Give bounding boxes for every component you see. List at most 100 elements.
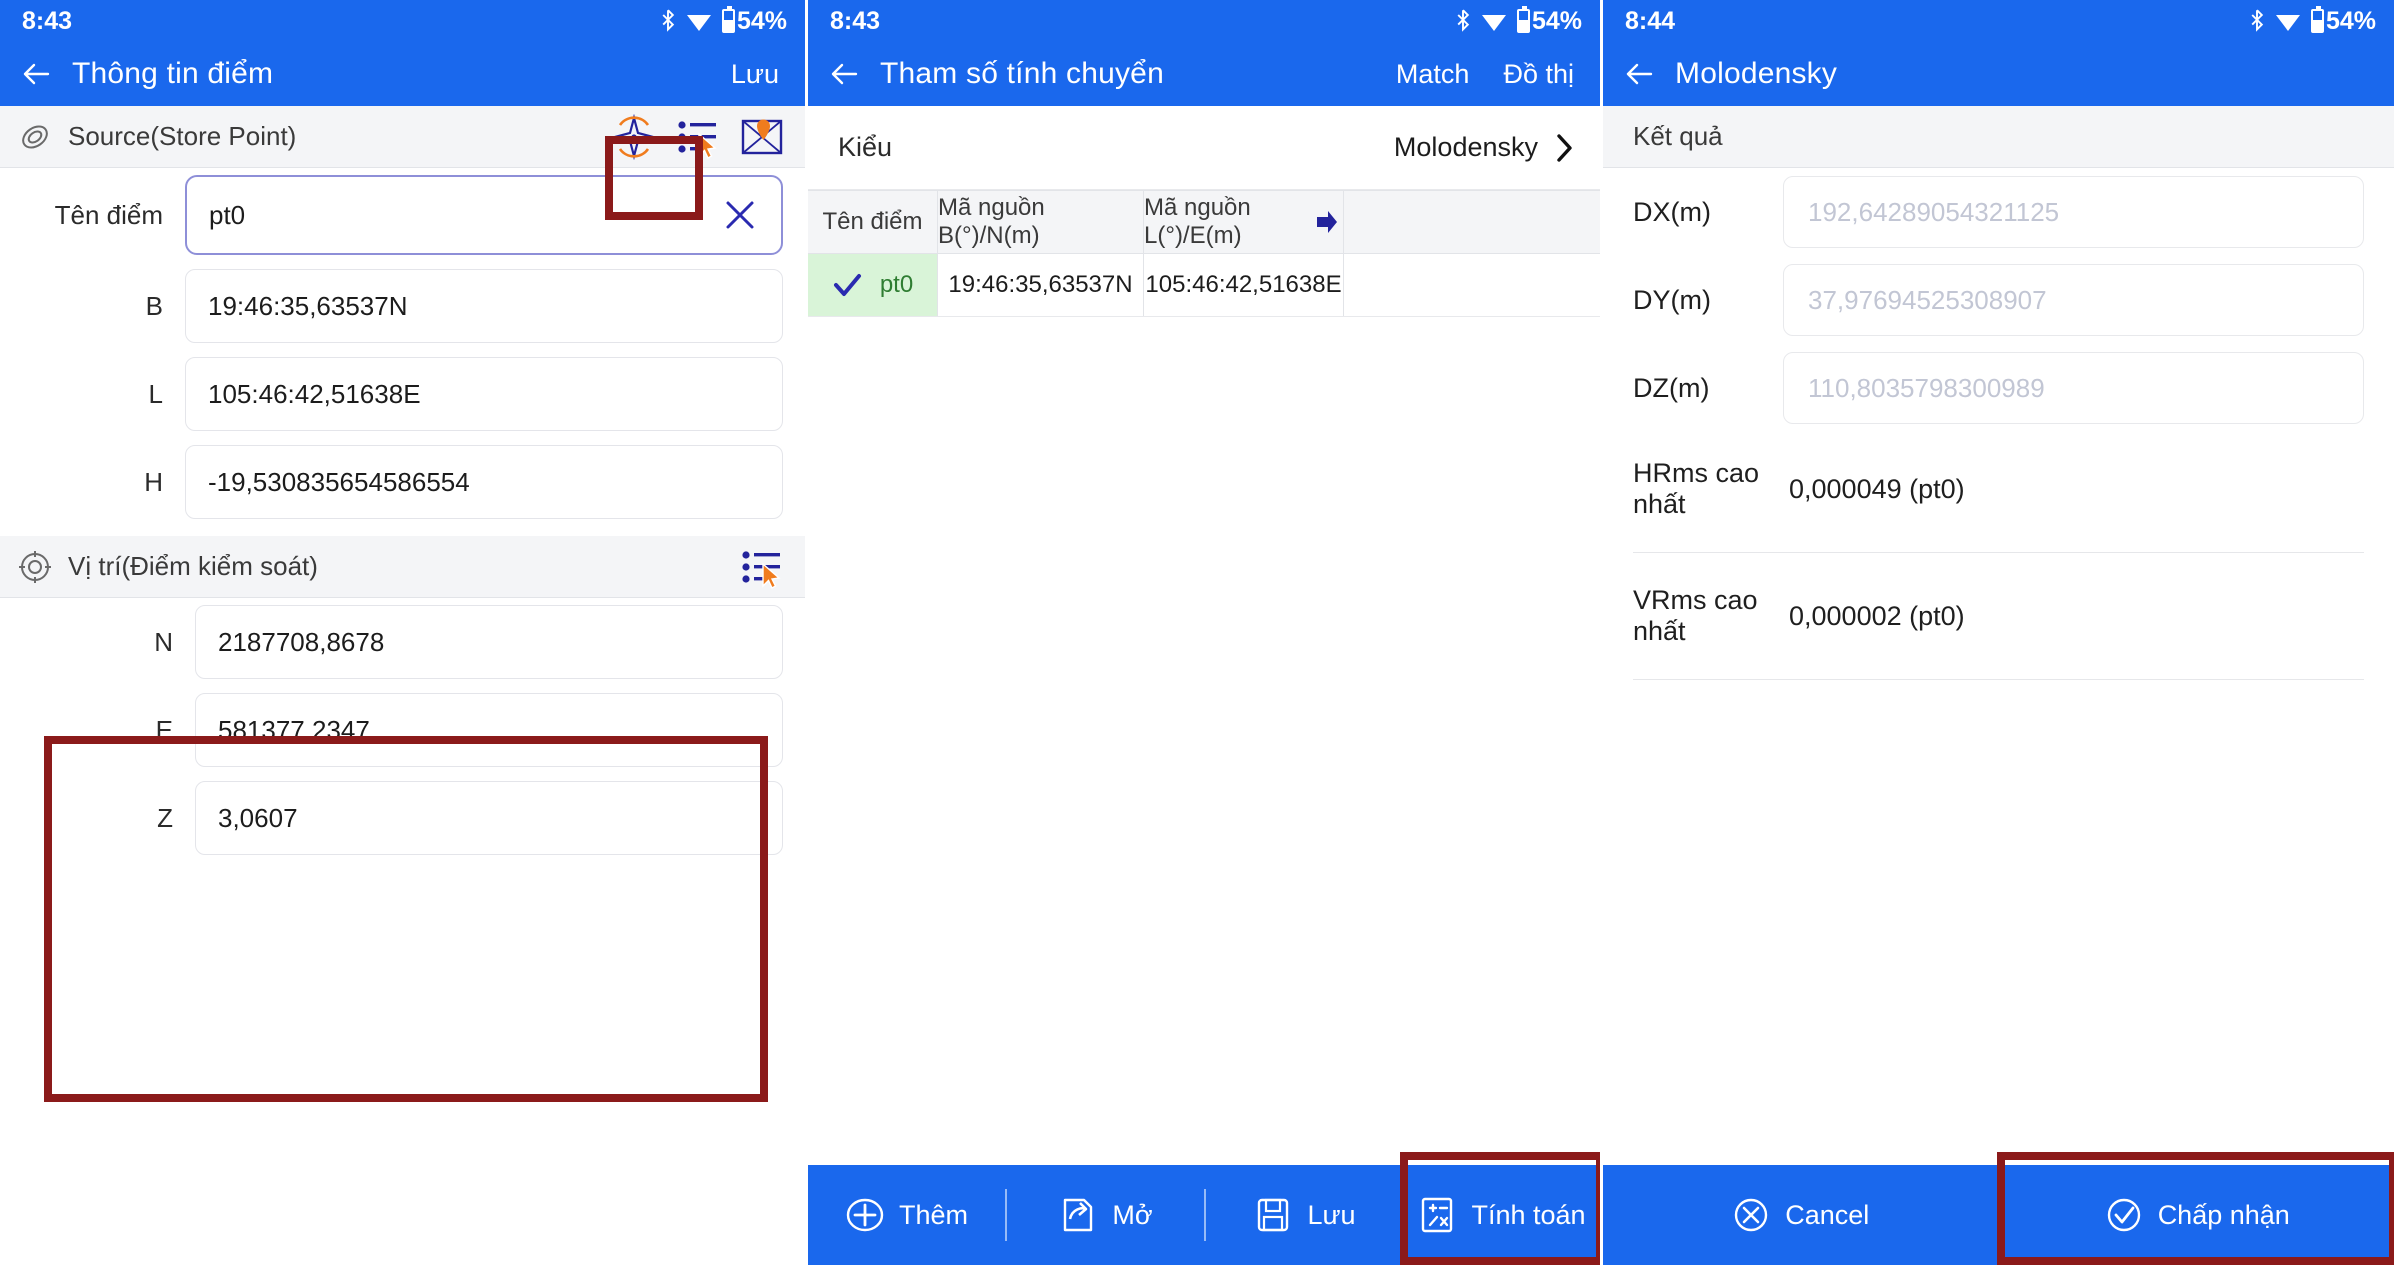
source-section-header: Source(Store Point)	[0, 106, 805, 168]
point-name-input[interactable]: pt0	[185, 175, 783, 255]
field-label: Tên điểm	[0, 200, 185, 231]
accept-button-label: Chấp nhận	[2158, 1200, 2290, 1231]
plus-circle-icon	[845, 1195, 885, 1235]
divider	[1633, 552, 2364, 553]
result-row-dx: DX(m) 192,64289054321125	[1603, 168, 2394, 256]
page-title: Tham số tính chuyển	[880, 57, 1164, 91]
result-row-vrms: VRms cao nhất 0,000002 (pt0)	[1603, 559, 2394, 673]
row-b-cell: 19:46:35,63537N	[938, 254, 1144, 316]
position-section-title: Vị trí(Điểm kiểm soát)	[68, 551, 318, 582]
back-arrow-icon[interactable]	[828, 58, 860, 90]
calculator-icon	[1417, 1195, 1457, 1235]
height-input[interactable]: -19,530835654586554	[185, 445, 783, 519]
table-header-row: Tên điểm Mã nguồn B(°)/N(m) Mã nguồn L(°…	[808, 190, 1600, 254]
check-icon	[832, 270, 862, 300]
field-label: N	[10, 627, 195, 658]
save-button[interactable]: Lưu	[731, 59, 779, 90]
result-fields: DX(m) 192,64289054321125 DY(m) 37,976945…	[1603, 168, 2394, 680]
field-value: 3,0607	[218, 803, 760, 834]
type-label: Kiểu	[838, 132, 892, 163]
page-title: Thông tin điểm	[72, 57, 273, 91]
chart-button[interactable]: Đồ thị	[1503, 59, 1574, 90]
dx-input[interactable]: 192,64289054321125	[1783, 176, 2364, 248]
cancel-button[interactable]: Cancel	[1603, 1165, 1998, 1265]
compass-star-icon[interactable]	[611, 114, 657, 160]
close-x-icon[interactable]	[721, 196, 759, 234]
column-header-l-text: Mã nguồn L(°)/E(m)	[1144, 194, 1343, 250]
open-file-icon	[1058, 1195, 1098, 1235]
row-name-cell[interactable]: pt0	[808, 254, 938, 316]
result-label: VRms cao nhất	[1603, 585, 1783, 647]
field-value: pt0	[209, 200, 721, 231]
result-section-header: Kết quả	[1603, 106, 2394, 168]
source-section-title: Source(Store Point)	[68, 121, 296, 152]
source-fields: Tên điểm pt0 B 19:46:35,63537N L 105:46:…	[0, 168, 805, 526]
divider	[1633, 679, 2364, 680]
arrow-right-icon[interactable]	[1315, 209, 1339, 235]
bluetooth-icon	[2249, 9, 2265, 33]
save-button-label: Lưu	[1307, 1200, 1355, 1231]
back-arrow-icon[interactable]	[20, 58, 52, 90]
status-bar: 8:43 54%	[808, 0, 1600, 42]
field-label: Z	[10, 803, 195, 834]
open-button-label: Mở	[1112, 1200, 1152, 1231]
field-label: E	[10, 715, 195, 746]
dz-input[interactable]: 110,8035798300989	[1783, 352, 2364, 424]
field-label: H	[0, 467, 185, 498]
status-bar: 8:43 54%	[0, 0, 805, 42]
map-pin-icon[interactable]	[739, 114, 785, 160]
status-bar: 8:44 54%	[1603, 0, 2394, 42]
status-time: 8:43	[22, 7, 72, 36]
field-row-n: N 2187708,8678	[10, 598, 805, 686]
vrms-value: 0,000002 (pt0)	[1783, 601, 2364, 632]
result-row-dz: DZ(m) 110,8035798300989	[1603, 344, 2394, 432]
list-select-icon[interactable]	[739, 544, 785, 590]
field-row-h: H -19,530835654586554	[0, 438, 805, 526]
back-arrow-icon[interactable]	[1623, 58, 1655, 90]
status-time: 8:44	[1625, 7, 1675, 36]
dy-input[interactable]: 37,97694525308907	[1783, 264, 2364, 336]
field-row-l: L 105:46:42,51638E	[0, 350, 805, 438]
field-value: 19:46:35,63537N	[208, 291, 760, 322]
battery-icon	[1517, 9, 1530, 33]
screenshot-root: 8:43 54% Thông tin điểm Lưu	[0, 0, 2397, 1265]
column-header-b: Mã nguồn B(°)/N(m)	[938, 191, 1144, 253]
chevron-right-icon	[1556, 133, 1574, 163]
elevation-input[interactable]: 3,0607	[195, 781, 783, 855]
cancel-button-label: Cancel	[1785, 1200, 1869, 1231]
result-row-hrms: HRms cao nhất 0,000049 (pt0)	[1603, 432, 2394, 546]
row-name-text: pt0	[880, 271, 913, 299]
result-row-dy: DY(m) 37,97694525308907	[1603, 256, 2394, 344]
save-button[interactable]: Lưu	[1206, 1165, 1403, 1265]
position-fields: N 2187708,8678 E 581377,2347 Z 3,0607	[0, 598, 805, 862]
page-title: Molodensky	[1675, 57, 1837, 91]
result-value: 110,8035798300989	[1808, 373, 2045, 404]
battery-icon	[2311, 9, 2324, 33]
accept-button[interactable]: Chấp nhận	[2000, 1165, 2395, 1265]
northing-input[interactable]: 2187708,8678	[195, 605, 783, 679]
latitude-input[interactable]: 19:46:35,63537N	[185, 269, 783, 343]
app-bar: Molodensky	[1603, 42, 2394, 106]
list-select-icon[interactable]	[675, 114, 721, 160]
calculate-button[interactable]: Tính toán	[1403, 1165, 1600, 1265]
longitude-input[interactable]: 105:46:42,51638E	[185, 357, 783, 431]
easting-input[interactable]: 581377,2347	[195, 693, 783, 767]
battery-percent: 54%	[737, 7, 787, 36]
open-button[interactable]: Mở	[1007, 1165, 1204, 1265]
result-value: 192,64289054321125	[1808, 197, 2059, 228]
table-row[interactable]: pt0 19:46:35,63537N 105:46:42,51638E	[808, 254, 1600, 317]
points-table: Tên điểm Mã nguồn B(°)/N(m) Mã nguồn L(°…	[808, 190, 1600, 317]
battery-percent: 54%	[2326, 7, 2376, 36]
column-header-l: Mã nguồn L(°)/E(m)	[1144, 191, 1344, 253]
field-label: L	[0, 379, 185, 410]
check-circle-icon	[2104, 1195, 2144, 1235]
add-button-label: Thêm	[899, 1200, 968, 1231]
column-header-name: Tên điểm	[808, 191, 938, 253]
battery-indicator: 54%	[2311, 7, 2376, 36]
battery-icon	[722, 9, 735, 33]
ellipse-target-icon	[18, 120, 52, 154]
type-selector-row[interactable]: Kiểu Molodensky	[808, 106, 1600, 190]
position-section-header: Vị trí(Điểm kiểm soát)	[0, 536, 805, 598]
match-button[interactable]: Match	[1396, 59, 1470, 90]
add-button[interactable]: Thêm	[808, 1165, 1005, 1265]
